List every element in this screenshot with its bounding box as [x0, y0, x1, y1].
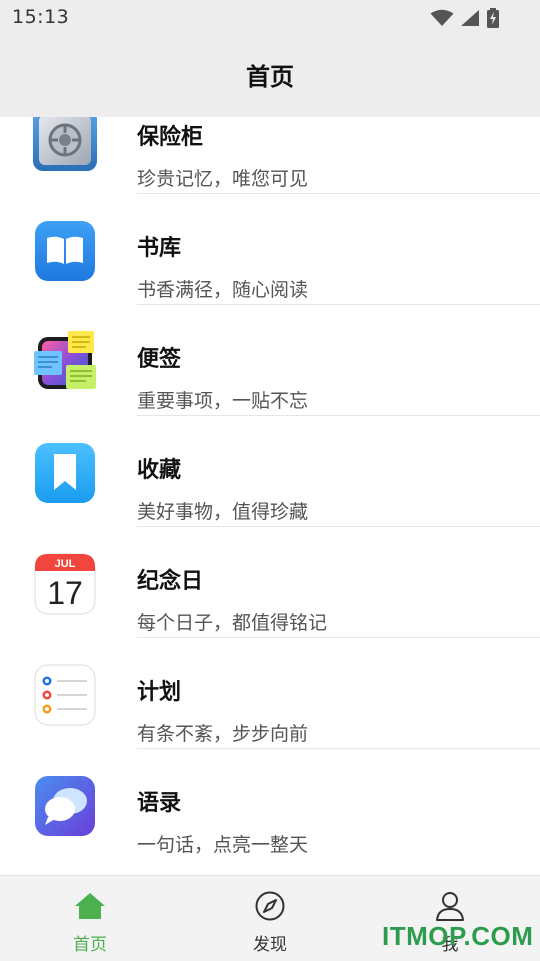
signal-icon	[461, 10, 479, 26]
item-subtitle: 美好事物，值得珍藏	[137, 501, 309, 523]
wifi-icon	[430, 9, 454, 26]
safe-icon	[32, 117, 98, 173]
calendar-icon: JUL 17	[32, 551, 98, 617]
item-title: 收藏	[137, 458, 182, 483]
tab-label: 首页	[73, 935, 107, 955]
item-subtitle: 每个日子，都值得铭记	[137, 612, 328, 634]
item-subtitle: 书香满径，随心阅读	[137, 279, 309, 301]
reminders-icon	[32, 662, 98, 728]
page-title: 首页	[246, 63, 294, 91]
item-title: 纪念日	[137, 569, 204, 594]
item-title: 语录	[137, 791, 182, 816]
compass-icon	[255, 891, 285, 921]
bookmark-icon	[32, 440, 98, 506]
list-item-plan[interactable]: 计划 有条不紊，步步向前	[0, 638, 540, 749]
calendar-day: 17	[47, 575, 83, 611]
books-icon	[32, 218, 98, 284]
list-item-bookmark[interactable]: 收藏 美好事物，值得珍藏	[0, 416, 540, 527]
item-subtitle: 有条不紊，步步向前	[137, 723, 309, 745]
list-item-anniversary[interactable]: JUL 17 纪念日 每个日子，都值得铭记	[0, 527, 540, 638]
battery-icon	[487, 8, 499, 28]
list-item-quotes[interactable]: 语录 一句话，点亮一整天	[0, 749, 540, 860]
tab-discover[interactable]: 发现	[180, 876, 360, 961]
list-item-books[interactable]: 书库 书香满径，随心阅读	[0, 194, 540, 305]
home-icon	[75, 893, 105, 919]
calendar-month: JUL	[55, 558, 76, 570]
tab-label: 发现	[253, 935, 287, 955]
app-header: 首页	[0, 36, 540, 117]
messages-icon	[32, 773, 98, 839]
item-title: 书库	[137, 236, 182, 261]
item-title: 计划	[137, 680, 182, 705]
list-item-stickies[interactable]: 便签 重要事项，一贴不忘	[0, 305, 540, 416]
user-icon	[436, 892, 464, 921]
tab-home[interactable]: 首页	[0, 876, 180, 961]
status-icons	[430, 8, 500, 28]
list-item-safe[interactable]: 保险柜 珍贵记忆，唯您可见	[0, 117, 540, 194]
item-title: 便签	[137, 347, 182, 372]
item-subtitle: 重要事项，一贴不忘	[137, 390, 309, 412]
status-bar: 15:13	[0, 0, 540, 36]
stickies-icon	[32, 329, 98, 395]
item-subtitle: 珍贵记忆，唯您可见	[137, 168, 309, 190]
watermark: ITMOP.COM	[382, 921, 534, 951]
status-time: 15:13	[12, 6, 70, 28]
feature-list[interactable]: 保险柜 珍贵记忆，唯您可见 书库 书香满径，随心阅读 便签 重要事项，一贴不忘 …	[0, 117, 540, 875]
item-title: 保险柜	[137, 125, 204, 150]
item-subtitle: 一句话，点亮一整天	[137, 834, 309, 856]
